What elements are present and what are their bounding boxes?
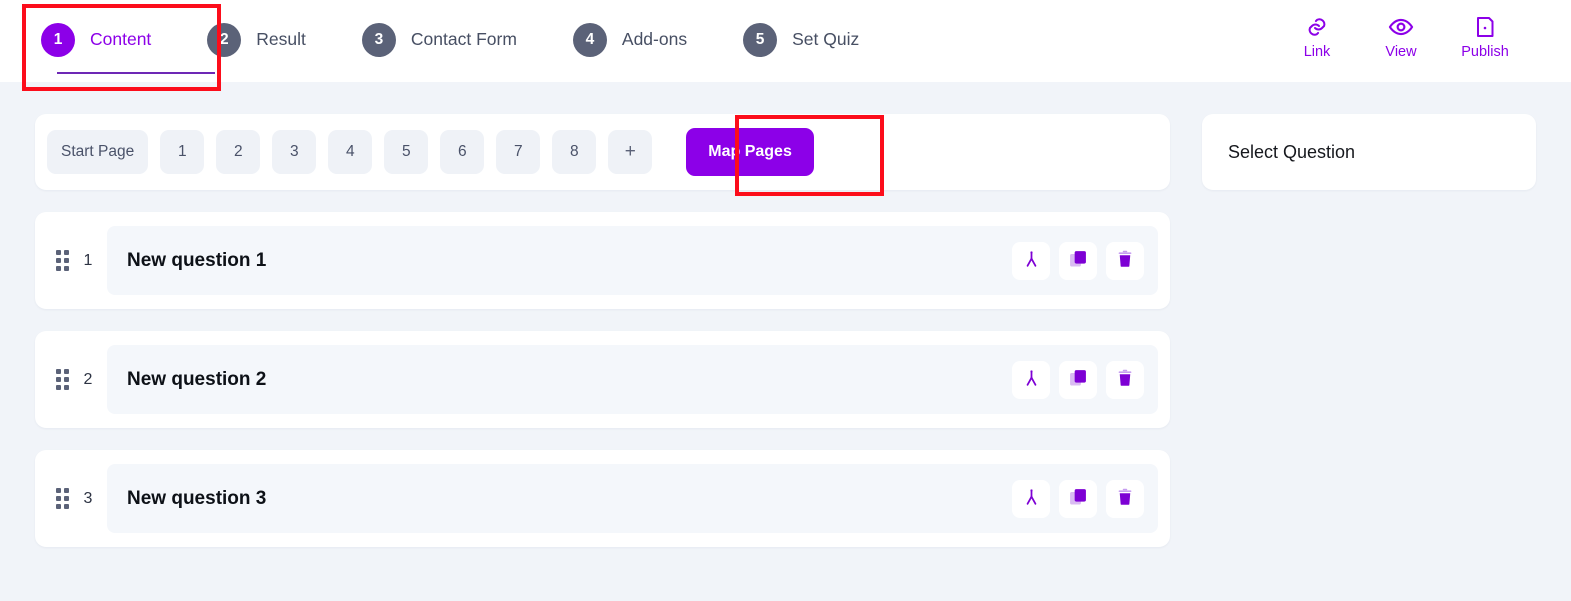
map-pages-button[interactable]: Map Pages xyxy=(686,128,814,176)
quiz-builder-screen: 1 Content 2 Result 3 Contact Form 4 Add-… xyxy=(0,0,1571,601)
step-label: Set Quiz xyxy=(792,29,860,49)
step-tab-content[interactable]: 1 Content xyxy=(41,0,215,82)
eye-icon xyxy=(1388,12,1414,42)
duplicate-icon xyxy=(1068,249,1088,272)
question-card[interactable]: 3 New question 3 xyxy=(35,450,1170,547)
duplicate-icon xyxy=(1068,487,1088,510)
question-logic-button[interactable] xyxy=(1012,360,1050,399)
step-tab-contact-form[interactable]: 3 Contact Form xyxy=(361,0,517,82)
drag-handle-icon[interactable] xyxy=(51,488,73,509)
step-tab-set-quiz[interactable]: 5 Set Quiz xyxy=(743,0,859,82)
step-number-badge: 3 xyxy=(361,22,396,57)
duplicate-icon xyxy=(1068,368,1088,391)
step-label: Contact Form xyxy=(410,29,517,49)
logic-branch-icon xyxy=(1022,369,1041,391)
main-content: Start Page 1 2 3 4 5 6 7 8 + Map Pages 1… xyxy=(0,82,1571,601)
step-tab-add-ons[interactable]: 4 Add-ons xyxy=(572,0,688,82)
question-delete-button[interactable] xyxy=(1106,360,1144,399)
logic-branch-icon xyxy=(1022,488,1041,510)
question-title: New question 3 xyxy=(127,487,267,509)
publish-icon xyxy=(1473,12,1497,42)
question-action-group xyxy=(1012,241,1144,280)
question-index: 1 xyxy=(83,251,93,269)
select-question-title: Select Question xyxy=(1228,141,1356,162)
step-navigation: 1 Content 2 Result 3 Contact Form 4 Add-… xyxy=(0,0,915,82)
header-action-group: Link View Publish xyxy=(1275,0,1571,60)
trash-icon xyxy=(1116,369,1134,390)
logic-branch-icon xyxy=(1022,250,1041,272)
page-chip-start-page[interactable]: Start Page xyxy=(47,130,149,174)
drag-handle-icon[interactable] xyxy=(51,369,73,390)
left-column: Start Page 1 2 3 4 5 6 7 8 + Map Pages 1… xyxy=(35,114,1170,547)
page-chip-5[interactable]: 5 xyxy=(384,130,429,174)
question-row-body: New question 3 xyxy=(107,464,1158,533)
question-title: New question 2 xyxy=(127,368,267,390)
link-button-label: Link xyxy=(1303,44,1331,60)
view-button-label: View xyxy=(1385,44,1417,60)
add-page-button[interactable]: + xyxy=(608,130,653,174)
app-header: 1 Content 2 Result 3 Contact Form 4 Add-… xyxy=(0,0,1571,82)
page-chip-6[interactable]: 6 xyxy=(440,130,485,174)
trash-icon xyxy=(1116,488,1134,509)
drag-handle-icon[interactable] xyxy=(51,250,73,271)
question-action-group xyxy=(1012,360,1144,399)
step-tab-result[interactable]: 2 Result xyxy=(207,0,306,82)
pages-toolbar: Start Page 1 2 3 4 5 6 7 8 + Map Pages xyxy=(35,114,1170,190)
question-title: New question 1 xyxy=(127,249,267,271)
step-label: Add-ons xyxy=(621,29,688,49)
publish-button-label: Publish xyxy=(1461,44,1509,60)
page-chip-7[interactable]: 7 xyxy=(496,130,541,174)
question-row-body: New question 2 xyxy=(107,345,1158,414)
page-chip-3[interactable]: 3 xyxy=(272,130,317,174)
step-number-badge: 4 xyxy=(572,22,607,57)
question-delete-button[interactable] xyxy=(1106,241,1144,280)
step-number-badge: 1 xyxy=(41,22,75,57)
publish-button[interactable]: Publish xyxy=(1443,12,1527,60)
question-index: 3 xyxy=(83,489,93,507)
question-card[interactable]: 1 New question 1 xyxy=(35,212,1170,309)
question-duplicate-button[interactable] xyxy=(1059,479,1097,518)
link-button[interactable]: Link xyxy=(1275,12,1359,60)
select-question-panel[interactable]: Select Question xyxy=(1202,114,1536,190)
question-action-group xyxy=(1012,479,1144,518)
question-logic-button[interactable] xyxy=(1012,241,1050,280)
step-label: Content xyxy=(90,29,152,49)
step-label: Result xyxy=(256,29,306,49)
step-number-badge: 5 xyxy=(743,22,778,57)
right-column: Select Question xyxy=(1202,114,1536,190)
question-delete-button[interactable] xyxy=(1106,479,1144,518)
active-step-underline xyxy=(57,71,215,74)
step-number-badge: 2 xyxy=(207,22,242,57)
trash-icon xyxy=(1116,250,1134,271)
question-index: 2 xyxy=(83,370,93,388)
page-chip-8[interactable]: 8 xyxy=(552,130,597,174)
question-row-body: New question 1 xyxy=(107,226,1158,295)
page-chip-2[interactable]: 2 xyxy=(216,130,261,174)
page-chip-1[interactable]: 1 xyxy=(160,130,205,174)
question-card[interactable]: 2 New question 2 xyxy=(35,331,1170,428)
view-button[interactable]: View xyxy=(1359,12,1443,60)
question-duplicate-button[interactable] xyxy=(1059,241,1097,280)
question-logic-button[interactable] xyxy=(1012,479,1050,518)
page-chip-4[interactable]: 4 xyxy=(328,130,373,174)
link-icon xyxy=(1305,12,1329,42)
question-duplicate-button[interactable] xyxy=(1059,360,1097,399)
